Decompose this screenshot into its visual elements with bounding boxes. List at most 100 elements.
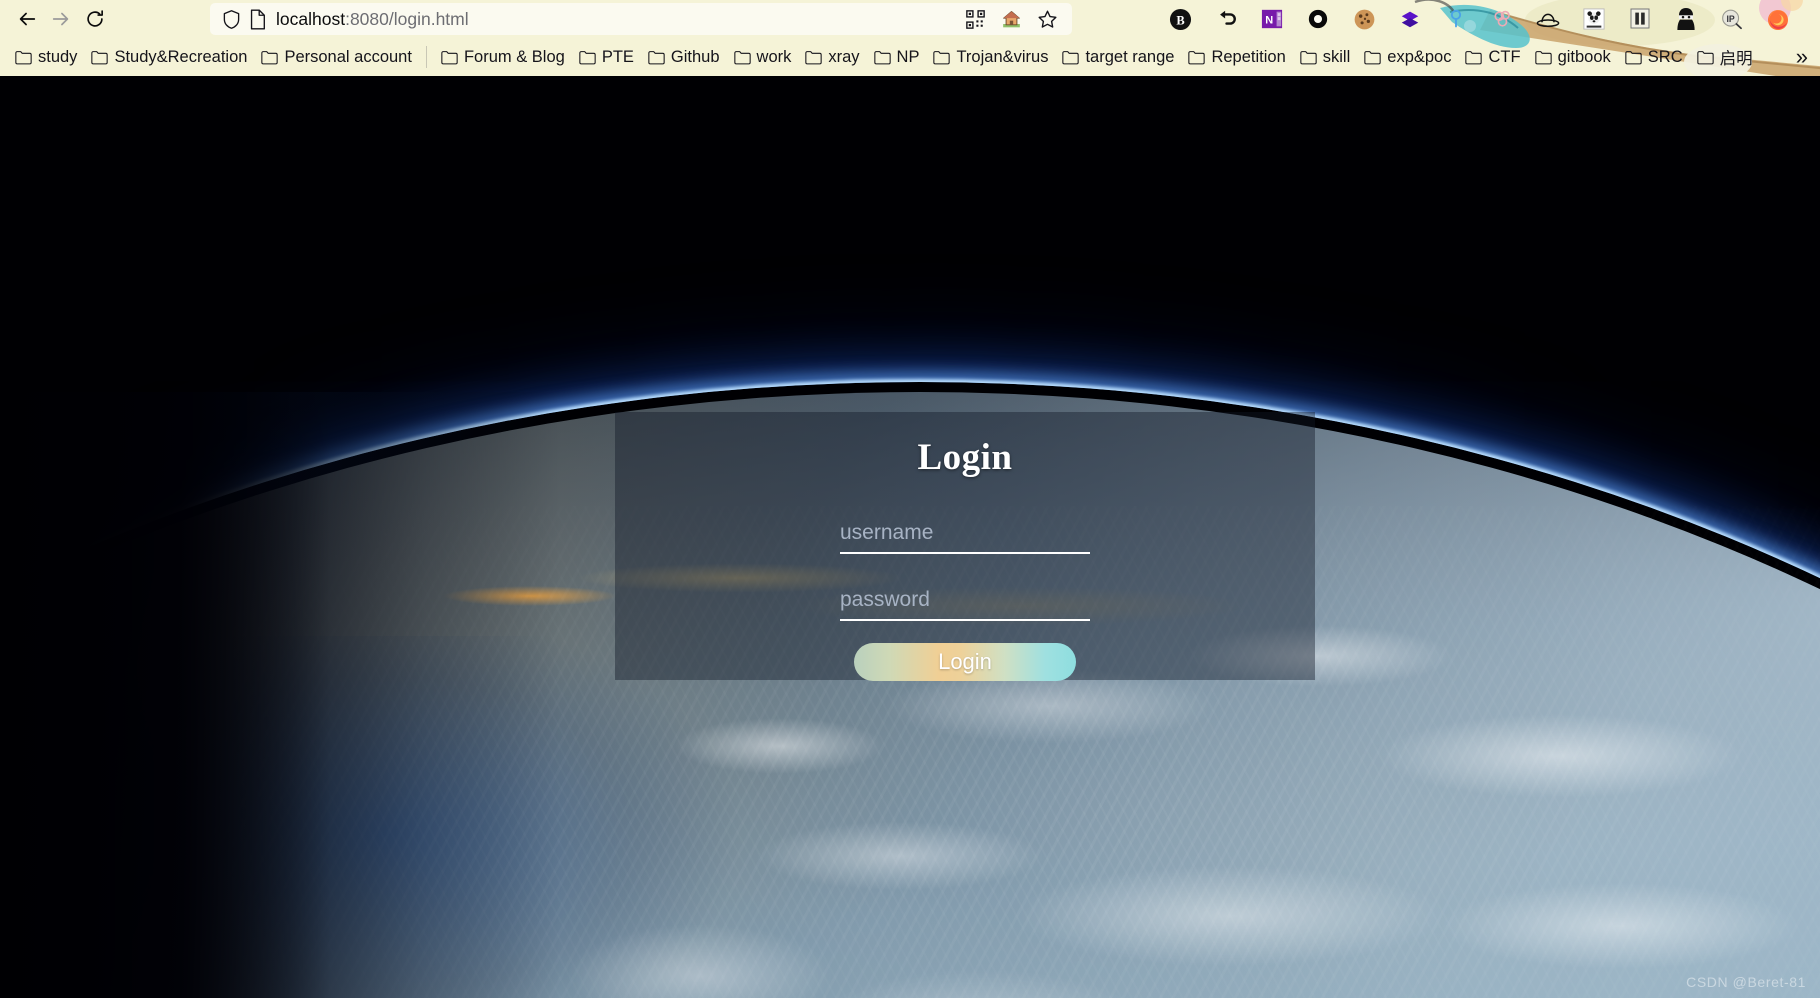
bookmark-label: skill — [1322, 47, 1351, 66]
bookmark-label: NP — [896, 47, 920, 66]
firefox-icon[interactable] — [1766, 7, 1790, 31]
folder-icon — [1534, 50, 1552, 64]
extension-toolbar: B N IP — [1168, 0, 1790, 38]
bookmark-label: target range — [1085, 47, 1175, 66]
folder-icon — [1696, 50, 1714, 64]
bookmark-item[interactable]: Personal account — [254, 45, 419, 70]
forward-button[interactable] — [44, 4, 78, 34]
address-bar-actions — [962, 7, 1064, 31]
cookie-manager-icon[interactable] — [1352, 7, 1376, 31]
folder-icon — [579, 50, 596, 64]
undo-close-tab-icon[interactable] — [1214, 7, 1238, 31]
svg-text:IP: IP — [1726, 14, 1734, 24]
bookmark-label: exp&poc — [1387, 47, 1452, 66]
bookmark-label: gitbook — [1557, 47, 1611, 66]
bookmark-item[interactable]: exp&poc — [1357, 45, 1458, 70]
bookmark-item[interactable]: Forum & Blog — [434, 45, 572, 70]
bookmark-item[interactable]: 启明 — [1690, 42, 1760, 72]
password-field-wrapper — [840, 586, 1090, 621]
bookmarks-overflow-button[interactable]: » — [1790, 44, 1814, 70]
username-field-wrapper — [840, 519, 1090, 554]
svg-text:B: B — [1176, 13, 1184, 27]
folder-icon — [261, 50, 279, 64]
bookmark-item[interactable]: xray — [798, 45, 866, 70]
folder-icon — [15, 50, 32, 64]
bookmark-item[interactable]: Trojan&virus — [926, 45, 1055, 70]
folder-icon — [1625, 50, 1642, 64]
username-input[interactable] — [840, 519, 1090, 554]
folder-icon — [805, 50, 823, 64]
folder-icon — [933, 50, 951, 64]
shield-icon[interactable] — [218, 7, 244, 31]
page-title: Login — [917, 437, 1013, 478]
bookmark-item[interactable]: skill — [1293, 45, 1358, 70]
bookmark-label: Github — [670, 47, 720, 66]
reload-icon — [87, 10, 103, 27]
bookmark-item[interactable]: Repetition — [1181, 45, 1292, 70]
bookmark-item[interactable]: study — [8, 45, 84, 70]
reload-button[interactable] — [78, 4, 112, 34]
arrow-left-icon — [19, 12, 36, 26]
bookmark-label: Trojan&virus — [956, 47, 1049, 66]
url-host: localhost — [276, 8, 346, 29]
back-button[interactable] — [10, 4, 44, 34]
panda-badge-icon[interactable] — [1582, 7, 1606, 31]
password-input[interactable] — [840, 586, 1090, 621]
folder-icon — [648, 50, 665, 64]
onenote-clipper-icon[interactable]: N — [1260, 7, 1284, 31]
bookmark-label: work — [756, 47, 792, 66]
bookmark-item[interactable]: gitbook — [1528, 45, 1618, 70]
bookmark-label: 启明 — [1719, 50, 1753, 68]
address-bar[interactable]: localhost:8080/login.html — [210, 3, 1072, 35]
folder-icon — [1364, 50, 1381, 64]
bookmark-label: CTF — [1488, 47, 1521, 66]
bookmark-label: Study&Recreation — [114, 47, 248, 66]
bookmark-label: study — [38, 47, 78, 66]
web-page-content: Login Login CSDN @Beret-81 — [0, 76, 1820, 998]
bookmark-label: PTE — [601, 47, 634, 66]
bookmark-item[interactable]: Github — [641, 45, 727, 70]
login-submit-button[interactable]: Login — [854, 643, 1076, 681]
blue-pin-icon[interactable] — [1444, 7, 1468, 31]
bitwarden-icon[interactable]: B — [1168, 7, 1192, 31]
folder-icon — [1062, 50, 1080, 64]
home-icon[interactable] — [998, 7, 1024, 31]
login-panel: Login Login — [615, 412, 1315, 681]
bookmark-item[interactable]: target range — [1055, 45, 1181, 70]
folder-icon — [1300, 50, 1317, 64]
bookmark-item[interactable]: work — [727, 45, 799, 70]
folder-icon — [441, 50, 458, 64]
bookmark-label: Personal account — [284, 47, 412, 66]
purple-diamond-icon[interactable] — [1398, 7, 1422, 31]
folder-icon — [733, 50, 751, 64]
url-path: :8080/login.html — [345, 8, 469, 29]
pink-rings-icon[interactable] — [1490, 7, 1514, 31]
browser-chrome: localhost:8080/login.html B N IP study S… — [0, 0, 1820, 76]
folder-icon — [1188, 50, 1206, 64]
bookmark-item[interactable]: PTE — [572, 45, 641, 70]
bookmark-item[interactable]: NP — [867, 45, 927, 70]
bookmarks-toolbar: study Study&Recreation Personal account For… — [0, 38, 1820, 76]
browser-window: Login Login CSDN @Beret-81 — [0, 0, 1820, 998]
svg-text:N: N — [1265, 15, 1273, 27]
bookmark-label: Repetition — [1211, 47, 1286, 66]
bookmark-star-icon[interactable] — [1034, 7, 1060, 31]
bookmarks-separator — [425, 46, 427, 68]
pause-icon[interactable] — [1628, 7, 1652, 31]
folder-icon — [1465, 50, 1483, 64]
bookmark-label: xray — [828, 47, 860, 66]
ip-lookup-icon[interactable]: IP — [1720, 7, 1744, 31]
bookmark-item[interactable]: SRC — [1618, 45, 1690, 70]
ninja-icon[interactable] — [1674, 7, 1698, 31]
page-document-icon[interactable] — [244, 7, 270, 31]
folder-icon — [91, 50, 109, 64]
bookmark-label: Forum & Blog — [463, 47, 565, 66]
black-hat-icon[interactable] — [1536, 7, 1560, 31]
dark-reader-icon[interactable] — [1306, 7, 1330, 31]
navigation-toolbar: localhost:8080/login.html B N IP — [0, 0, 1820, 38]
bookmark-item[interactable]: Study&Recreation — [84, 45, 254, 70]
folder-icon — [873, 50, 891, 64]
qr-code-icon[interactable] — [962, 7, 988, 31]
arrow-right-icon — [52, 12, 69, 26]
bookmark-item[interactable]: CTF — [1458, 45, 1527, 70]
